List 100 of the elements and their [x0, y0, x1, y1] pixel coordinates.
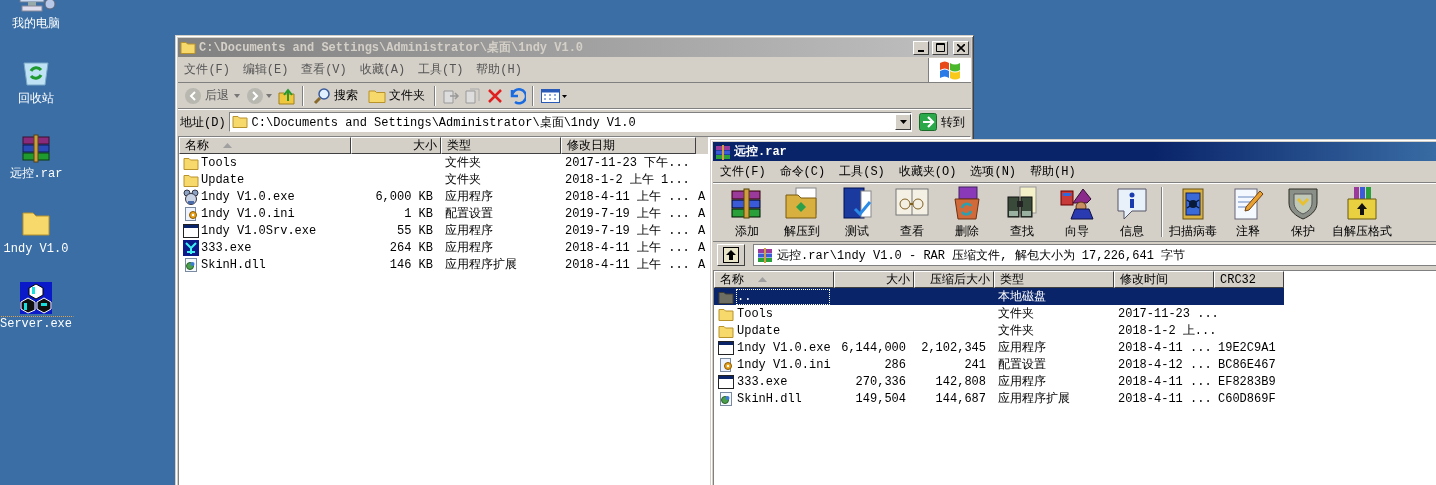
toolbar-button[interactable]: 信息 — [1104, 184, 1159, 240]
file-row[interactable]: 1ndy V1.0.ini 286 241 配置设置 2018-4-12 ... BC86E467 — [714, 356, 1284, 373]
file-row[interactable]: SkinH.dll 149,504 144,687 应用程序扩展 2018-4-11 ... C60D869F — [714, 390, 1284, 407]
modified-time: 2018-1-2 上... — [1118, 323, 1217, 339]
file-name: 1ndy V1.0.ini — [201, 206, 295, 221]
column-header[interactable]: 名称 — [179, 137, 351, 154]
views-icon[interactable] — [540, 86, 568, 105]
column-header[interactable]: 名称 — [714, 271, 834, 288]
folders-button[interactable]: 文件夹 — [365, 86, 428, 105]
column-header[interactable]: 大小 — [834, 271, 914, 288]
desktop-icon-label[interactable]: 回收站 — [16, 91, 56, 107]
file-size: 146 KB — [389, 257, 433, 272]
back-button[interactable]: 后退 — [181, 85, 232, 106]
minimize-button[interactable] — [913, 40, 929, 55]
menu-item[interactable]: 文件(F) — [178, 61, 237, 78]
animal-icon — [183, 188, 199, 205]
path-field[interactable]: 远控.rar\1ndy V1.0 - RAR 压缩文件, 解包大小为 17,226,641 字节 — [753, 244, 1436, 266]
toolbar-button[interactable]: 自解压格式 — [1330, 184, 1394, 240]
menu-item[interactable]: 工具(S) — [832, 163, 892, 180]
app-icon — [183, 239, 199, 256]
file-row[interactable]: Tools 文件夹 2017-11-23 下午... — [179, 154, 708, 171]
file-type: 配置设置 — [445, 206, 493, 222]
toolbar-button[interactable]: 解压到 — [774, 184, 829, 240]
file-type: 应用程序 — [445, 240, 493, 256]
column-header[interactable]: 大小 — [351, 137, 441, 154]
menu-item[interactable]: 查看(V) — [294, 61, 354, 78]
crc-value: 19E2C9A1 — [1218, 340, 1276, 355]
column-header[interactable]: CRC32 — [1214, 271, 1284, 288]
file-name: 1ndy V1.0.ini — [736, 356, 832, 373]
menu-item[interactable]: 帮助(H) — [1023, 163, 1083, 180]
file-row[interactable]: 1ndy V1.0.exe 6,144,000 2,102,345 应用程序 2018-4-11 ... 19E2C9A1 — [714, 339, 1284, 356]
crc-value: BC86E467 — [1218, 357, 1276, 372]
caret-icon[interactable] — [266, 93, 272, 98]
menu-item[interactable]: 编辑(E) — [236, 61, 295, 78]
file-row[interactable]: 333.exe 264 KB 应用程序 2018-4-11 上午 ... A — [179, 239, 708, 256]
close-button[interactable] — [953, 40, 969, 55]
desktop-icon-label[interactable]: 我的电脑 — [10, 16, 62, 32]
search-button[interactable]: 搜索 — [310, 85, 361, 106]
column-header[interactable]: 类型 — [994, 271, 1114, 288]
toolbar-button[interactable]: 扫描病毒 — [1165, 184, 1220, 240]
gear-file-icon — [183, 256, 199, 273]
desktop-icon-label[interactable]: 1ndy V1.0 — [1, 241, 71, 257]
file-row[interactable]: 333.exe 270,336 142,808 应用程序 2018-4-11 ... EF8283B9 — [714, 373, 1284, 390]
menu-item[interactable]: 收藏夹(O) — [891, 163, 964, 180]
column-header[interactable]: 类型 — [441, 137, 561, 154]
settings-file-icon — [183, 205, 199, 222]
toolbar-button[interactable]: 保护 — [1275, 184, 1330, 240]
file-row[interactable]: 1ndy V1.0.ini 1 KB 配置设置 2019-7-19 上午 ... A — [179, 205, 708, 222]
file-name: Tools — [201, 155, 237, 170]
toolbar-button[interactable]: 添加 — [719, 184, 774, 240]
file-type: 文件夹 — [445, 155, 481, 171]
menu-item[interactable]: 工具(T) — [411, 61, 470, 78]
file-type: 配置设置 — [998, 357, 1046, 373]
address-field[interactable]: C:\Documents and Settings\Administrator\桌面\1ndy V1.0 — [228, 112, 912, 132]
modified-date: 2019-7-19 上午 ... — [565, 206, 690, 222]
file-row[interactable]: Update 文件夹 2018-1-2 上午 1... — [179, 171, 708, 188]
column-header[interactable]: 修改日期 — [561, 137, 696, 154]
file-type: 应用程序 — [998, 374, 1046, 390]
file-row[interactable]: 1ndy V1.0Srv.exe 55 KB 应用程序 2019-7-19 上午 ... A — [179, 222, 708, 239]
caret-icon[interactable] — [234, 93, 240, 98]
menu-item[interactable]: 收藏(A) — [353, 61, 412, 78]
toolbar-button[interactable]: 测试 — [829, 184, 884, 240]
folder-icon — [231, 115, 248, 129]
file-name: 333.exe — [736, 373, 789, 390]
toolbar-button[interactable]: 查看 — [884, 184, 939, 240]
maximize-button[interactable] — [932, 40, 948, 55]
go-button[interactable]: 转到 — [915, 113, 969, 131]
toolbar-button[interactable]: 注释 — [1220, 184, 1275, 240]
file-row[interactable]: .. 本地磁盘 — [714, 288, 1284, 305]
modified-date: 2017-11-23 下午... — [565, 155, 690, 171]
column-header[interactable]: 修改时间 — [1114, 271, 1214, 288]
close-icon — [957, 43, 965, 52]
file-row[interactable]: Tools 文件夹 2017-11-23 ... — [714, 305, 1284, 322]
cubes-icon — [20, 282, 52, 314]
dropdown-button[interactable] — [895, 114, 911, 130]
sort-arrow-icon — [758, 277, 767, 282]
modified-time: 2018-4-11 ... — [1118, 340, 1212, 355]
toolbar-button[interactable]: 删除 — [939, 184, 994, 240]
toolbar-button[interactable]: 向导 — [1049, 184, 1104, 240]
desktop-icon-label[interactable]: Server.exe — [0, 316, 74, 332]
undo-icon[interactable] — [508, 86, 526, 105]
modified-time: 2018-4-11 ... — [1118, 391, 1212, 406]
file-row[interactable]: SkinH.dll 146 KB 应用程序扩展 2018-4-11 上午 ... A — [179, 256, 708, 273]
toolbar-button[interactable]: 查找 — [994, 184, 1049, 240]
delete-icon[interactable] — [486, 86, 504, 105]
menu-item[interactable]: 选项(N) — [963, 163, 1024, 180]
file-type: 应用程序扩展 — [445, 257, 517, 273]
desktop-icon-label[interactable]: 远控.rar — [7, 166, 65, 182]
modified-date: 2019-7-19 上午 ... — [565, 223, 690, 239]
up-button[interactable] — [717, 244, 745, 266]
file-name: Tools — [736, 305, 774, 322]
file-row[interactable]: Update 文件夹 2018-1-2 上... — [714, 322, 1284, 339]
menu-item[interactable]: 帮助(H) — [469, 61, 529, 78]
menu-item[interactable]: 命令(C) — [772, 163, 833, 180]
modified-date: 2018-4-11 上午 ... — [565, 240, 690, 256]
menu-item[interactable]: 文件(F) — [713, 163, 773, 180]
file-size: 55 KB — [397, 223, 433, 238]
column-header[interactable]: 压缩后大小 — [914, 271, 994, 288]
up-folder-icon[interactable] — [278, 86, 296, 105]
file-row[interactable]: 1ndy V1.0.exe 6,000 KB 应用程序 2018-4-11 上午 ... A — [179, 188, 708, 205]
